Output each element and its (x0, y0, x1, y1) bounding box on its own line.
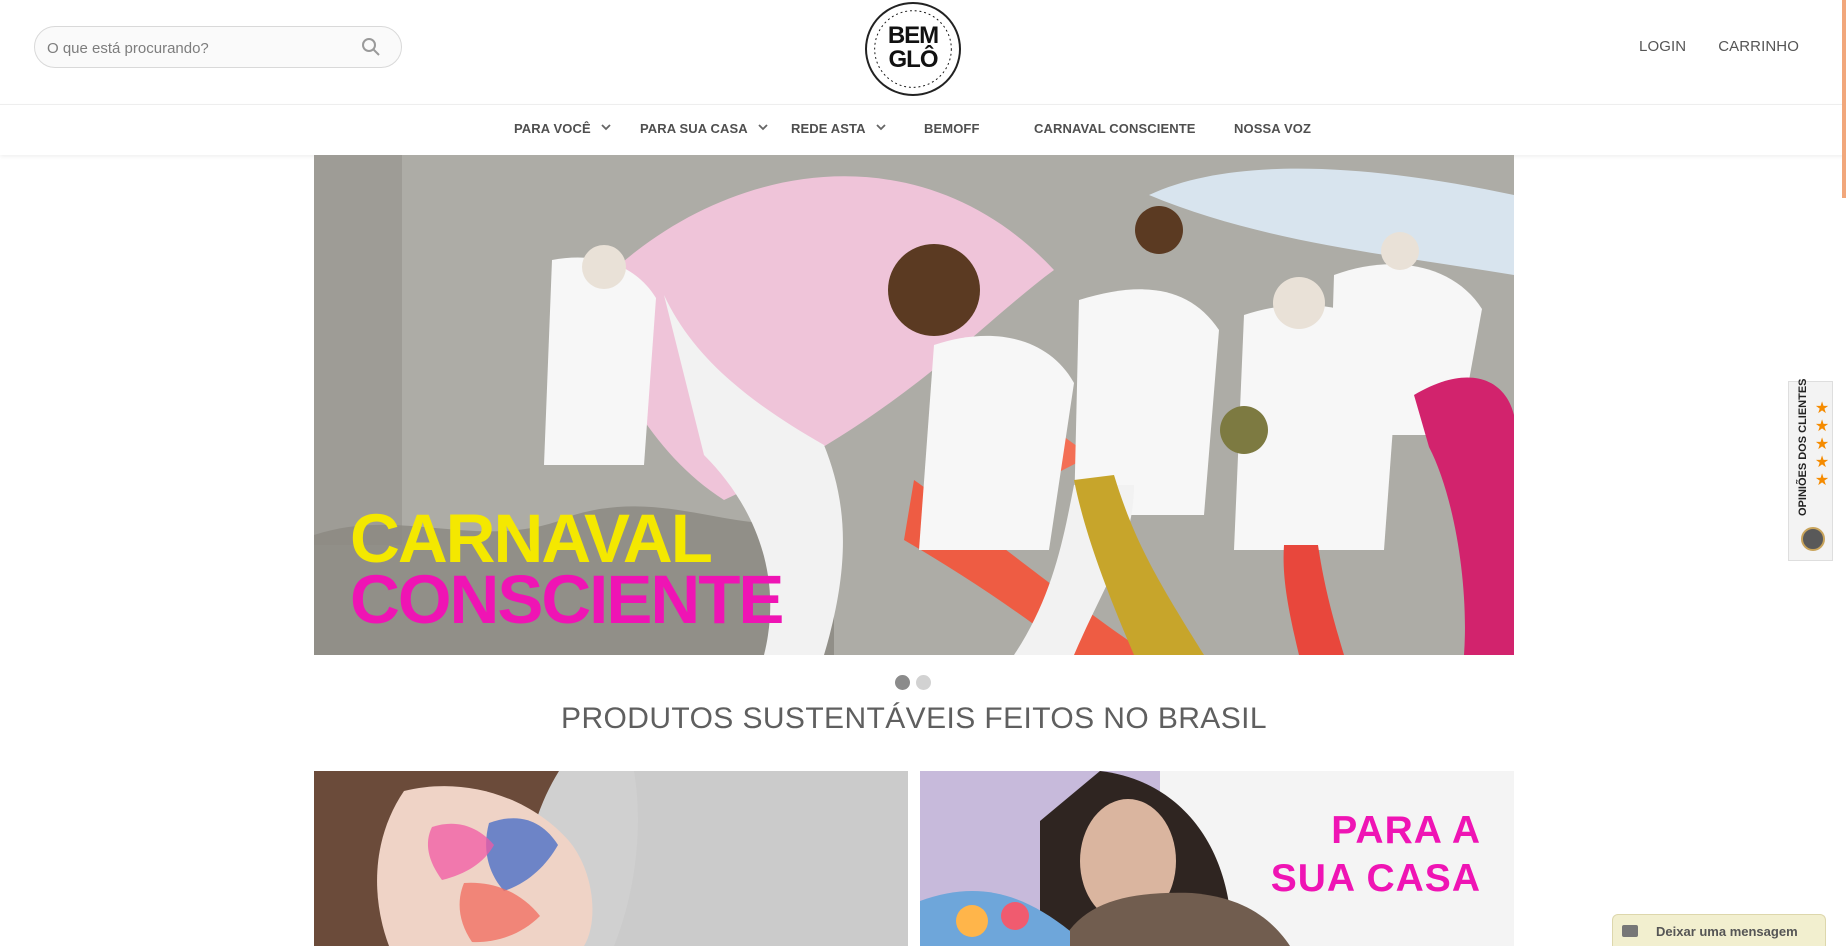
header-links: LOGIN CARRINHO (1639, 38, 1799, 55)
carousel-dot-1[interactable] (895, 675, 910, 690)
search-input[interactable] (35, 27, 369, 69)
nav-item-rede-asta[interactable]: REDE ASTA (791, 121, 886, 136)
category-card-right[interactable]: PARA A SUA CASA (920, 771, 1514, 946)
hero-title-line-2: CONSCIENTE (350, 560, 784, 638)
nav-label-para-voce: PARA VOCÊ (514, 121, 591, 136)
nav-item-carnaval-consciente[interactable]: CARNAVAL CONSCIENTE (1034, 121, 1196, 136)
nav-item-para-voce[interactable]: PARA VOCÊ (514, 121, 612, 136)
reviews-badge-icon (1801, 527, 1825, 551)
carousel-dots (895, 675, 931, 690)
chevron-down-icon (758, 124, 768, 131)
right-card-title: PARA A SUA CASA (1271, 807, 1481, 903)
hero-title: CARNAVAL CONSCIENTE (350, 504, 784, 638)
search-icon[interactable] (361, 37, 381, 57)
site-header: BEM GLÔ LOGIN CARRINHO (0, 0, 1846, 104)
category-card-left[interactable] (314, 771, 908, 946)
customer-reviews-widget[interactable]: ★ ★ ★ ★ ★ OPINIÕES DOS CLIENTES (1788, 378, 1833, 561)
scroll-indicator (1842, 0, 1846, 198)
left-card-image (314, 771, 908, 946)
logo-line-2: GLÔ (888, 46, 939, 73)
mail-icon (1622, 925, 1638, 937)
cart-link[interactable]: CARRINHO (1718, 38, 1799, 55)
chat-widget[interactable]: Deixar uma mensagem (1612, 914, 1826, 946)
right-card-title-line-2: SUA CASA (1270, 857, 1481, 900)
search-bar[interactable] (34, 26, 402, 69)
chevron-down-icon (876, 124, 886, 131)
right-card-title-line-1: PARA A (1331, 809, 1481, 852)
logo-line-1: BEM (887, 22, 939, 49)
reviews-label: OPINIÕES DOS CLIENTES (1797, 378, 1809, 516)
chat-label: Deixar uma mensagem (1656, 924, 1798, 939)
nav-item-para-sua-casa[interactable]: PARA SUA CASA (640, 121, 768, 136)
hero-banner[interactable]: CARNAVAL CONSCIENTE (314, 155, 1514, 655)
rating-stars: ★ ★ ★ ★ ★ (1814, 400, 1830, 489)
chevron-down-icon (601, 124, 612, 131)
login-link[interactable]: LOGIN (1639, 38, 1686, 55)
nav-label-rede-asta: REDE ASTA (791, 121, 866, 136)
site-logo[interactable]: BEM GLÔ (865, 2, 961, 96)
nav-label-para-sua-casa: PARA SUA CASA (640, 121, 748, 136)
nav-item-bemoff[interactable]: BEMOFF (924, 121, 979, 136)
section-title: PRODUTOS SUSTENTÁVEIS FEITOS NO BRASIL (561, 702, 1267, 735)
carousel-dot-2[interactable] (916, 675, 931, 690)
nav-item-nossa-voz[interactable]: NOSSA VOZ (1234, 121, 1311, 136)
main-nav: PARA VOCÊ PARA SUA CASA REDE ASTA BEMOFF… (0, 104, 1846, 155)
